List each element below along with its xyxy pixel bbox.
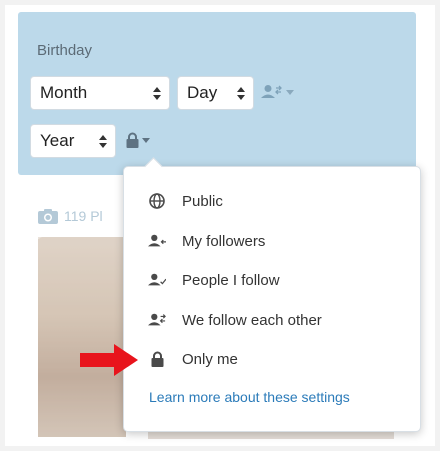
mutual-follow-icon	[261, 85, 282, 98]
globe-icon	[148, 193, 166, 209]
year-select[interactable]: Year	[30, 124, 116, 158]
day-privacy-toggle[interactable]	[261, 84, 294, 100]
day-select-value: Day	[187, 83, 218, 102]
learn-more-link[interactable]: Learn more about these settings	[149, 389, 350, 405]
month-select-value: Month	[40, 83, 88, 102]
birthday-label: Birthday	[37, 42, 93, 59]
photos-count-label: 119 Pl	[64, 208, 103, 224]
year-select-value: Year	[40, 131, 75, 150]
chevron-down-icon	[286, 89, 294, 95]
menu-item-we-follow-each-other[interactable]: We follow each other	[148, 308, 322, 332]
select-arrows-icon	[99, 135, 107, 148]
menu-item-people-i-follow[interactable]: People I follow	[148, 268, 280, 292]
menu-item-public[interactable]: Public	[148, 189, 223, 213]
lock-icon	[148, 351, 166, 367]
menu-item-label: Only me	[182, 350, 238, 368]
menu-item-label: My followers	[182, 232, 266, 250]
menu-item-label: Public	[182, 192, 223, 210]
photos-count[interactable]: 119 Pl	[38, 208, 103, 224]
select-arrows-icon	[237, 87, 245, 100]
menu-item-label: People I follow	[182, 271, 280, 289]
chevron-down-icon	[142, 137, 150, 143]
camera-icon	[38, 208, 58, 224]
lock-icon	[126, 132, 139, 148]
month-select[interactable]: Month	[30, 76, 170, 110]
menu-item-label: We follow each other	[182, 311, 322, 329]
red-arrow-annotation	[80, 344, 138, 376]
menu-item-my-followers[interactable]: My followers	[148, 229, 265, 253]
followers-icon	[148, 233, 166, 249]
select-arrows-icon	[153, 87, 161, 100]
photo-thumbnail[interactable]	[38, 237, 126, 437]
privacy-dropdown-menu: Public My followers People I follow We f…	[123, 166, 421, 432]
day-select[interactable]: Day	[177, 76, 254, 110]
mutual-follow-icon	[148, 312, 166, 328]
year-privacy-toggle[interactable]	[126, 132, 150, 148]
menu-item-only-me[interactable]: Only me	[148, 347, 238, 371]
following-icon	[148, 272, 166, 288]
